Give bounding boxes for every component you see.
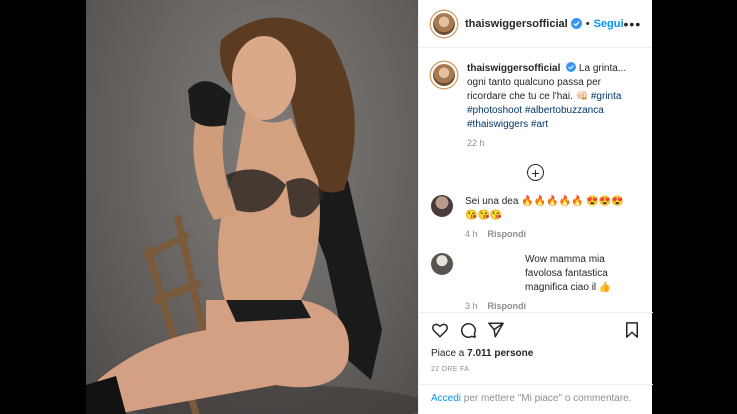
comment-text: Wow mamma mia favolosa fantastica magnif…: [525, 254, 612, 293]
photo-illustration: [86, 17, 418, 414]
caption-username[interactable]: thaiswiggersofficial: [467, 63, 560, 74]
login-link[interactable]: Accedi: [431, 393, 461, 404]
comment-item: Sei una dea 🔥🔥🔥🔥🔥 😍😍😍😘😘😘 4 h Rispondi: [431, 195, 640, 239]
comments-area[interactable]: thaiswiggersofficial La grinta... ogni t…: [419, 48, 652, 312]
caption-row: thaiswiggersofficial La grinta... ogni t…: [431, 62, 640, 132]
comment-avatar[interactable]: [431, 253, 453, 275]
post-modal: thaiswiggersofficial • Segui ••• thaiswi…: [0, 0, 737, 414]
posted-time: 22 ORE FA: [431, 366, 470, 373]
likes-count[interactable]: Piace a 7.011 persone: [431, 348, 641, 359]
plus-circle-icon[interactable]: +: [527, 164, 544, 181]
action-bar: Piace a 7.011 persone 22 ORE FA: [419, 312, 653, 373]
load-more-comments[interactable]: +: [431, 164, 640, 181]
add-comment-text: per mettere "Mi piace" o commentare.: [461, 393, 632, 404]
comment-avatar[interactable]: [431, 195, 453, 217]
heart-icon[interactable]: [431, 321, 449, 339]
comment-time: 4 h: [465, 229, 478, 239]
reply-button[interactable]: Rispondi: [488, 229, 527, 239]
reply-button[interactable]: Rispondi: [488, 301, 527, 311]
post-photo[interactable]: [86, 0, 418, 414]
likes-number[interactable]: 7.011 persone: [467, 348, 533, 359]
follow-button[interactable]: Segui: [594, 18, 624, 30]
caption-verified-icon: [566, 62, 577, 72]
comment-icon[interactable]: [459, 321, 477, 339]
caption-avatar[interactable]: [431, 62, 457, 88]
comment-time: 3 h: [465, 301, 478, 311]
verified-badge-icon: [570, 18, 582, 29]
comment-item: Wow mamma mia favolosa fantastica magnif…: [431, 253, 640, 311]
add-comment-bar: Accedi per mettere "Mi piace" o commenta…: [419, 384, 653, 414]
comment-text: Sei una dea 🔥🔥🔥🔥🔥 😍😍😍😘😘😘: [465, 196, 624, 221]
caption-time: 22 h: [467, 138, 485, 148]
post-side-panel: thaiswiggersofficial • Segui ••• thaiswi…: [418, 0, 653, 414]
avatar[interactable]: [431, 10, 457, 37]
more-options-icon[interactable]: •••: [624, 16, 642, 32]
bookmark-icon[interactable]: [623, 321, 641, 339]
caption-text-block: thaiswiggersofficial La grinta... ogni t…: [467, 62, 635, 132]
post-header: thaiswiggersofficial • Segui •••: [419, 0, 652, 48]
header-username[interactable]: thaiswiggersofficial: [465, 18, 568, 30]
separator-dot: •: [585, 17, 590, 30]
likes-prefix: Piace a: [431, 348, 468, 359]
share-icon[interactable]: [487, 321, 505, 339]
